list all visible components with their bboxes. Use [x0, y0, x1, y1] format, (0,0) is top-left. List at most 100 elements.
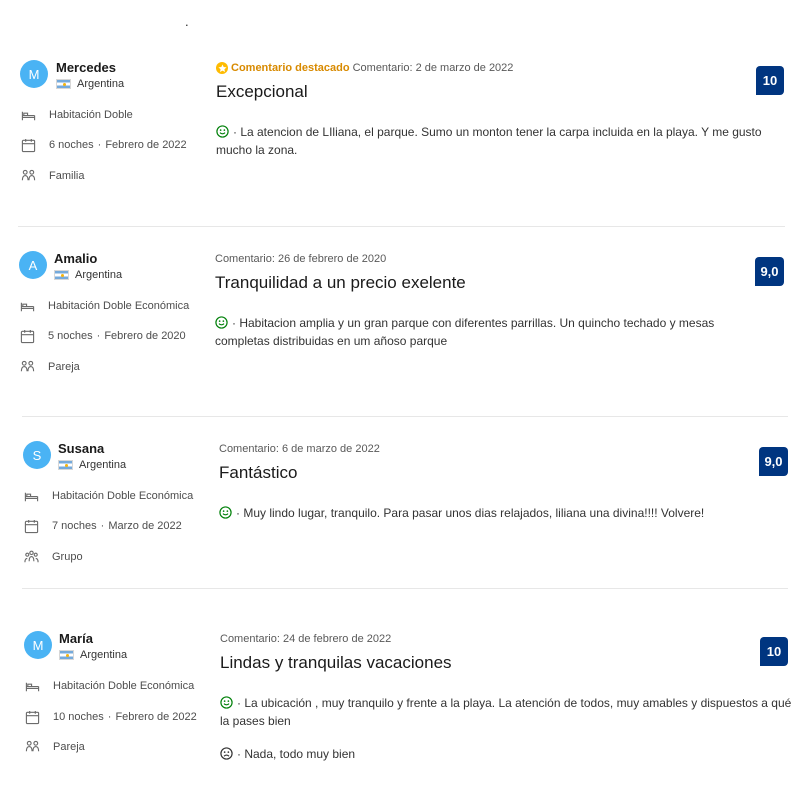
review-title: Excepcional — [216, 82, 308, 101]
positive-comment: · Muy lindo lugar, tranquilo. Para pasar… — [219, 504, 779, 522]
stay-info: 10 noches · Febrero de 2022 — [24, 709, 197, 725]
review-date: Comentario: 6 de marzo de 2022 — [219, 443, 380, 455]
review-title: Fantástico — [219, 463, 298, 482]
review-meta: Comentario: 24 de febrero de 2022 — [220, 633, 391, 645]
stay-info: 7 noches · Marzo de 2022 — [23, 518, 182, 534]
review-title: Tranquilidad a un precio exelente — [215, 273, 466, 292]
featured-label: Comentario destacado — [231, 62, 350, 74]
review-title: Lindas y tranquilas vacaciones — [220, 653, 452, 672]
calendar-icon — [23, 518, 39, 534]
review-meta: Comentario: 26 de febrero de 2020 — [215, 253, 386, 265]
nights-label: 5 noches — [48, 330, 93, 342]
star-icon — [216, 62, 228, 74]
review-date: Comentario: 2 de marzo de 2022 — [352, 62, 514, 74]
avatar: S — [23, 441, 51, 469]
negative-text: · Nada, todo muy bien — [237, 747, 356, 761]
reviewer-name: Amalio — [54, 251, 98, 266]
room-type: Habitación Doble Económica — [23, 488, 193, 504]
calendar-icon — [19, 328, 35, 344]
review-date: Comentario: 24 de febrero de 2022 — [220, 633, 392, 645]
flag-icon — [56, 79, 71, 89]
review-score: 10 — [760, 637, 788, 666]
review-card: M Mercedes Argentina Habitación Doble 6 … — [0, 60, 806, 250]
reviewer-country: Argentina — [58, 459, 126, 471]
bed-icon — [24, 678, 40, 694]
divider — [22, 588, 788, 589]
traveler-label: Pareja — [48, 361, 80, 373]
reviewer-country: Argentina — [59, 649, 127, 661]
nights-label: 10 noches — [53, 711, 104, 723]
room-type: Habitación Doble — [20, 107, 133, 123]
reviewer-country: Argentina — [56, 78, 124, 90]
reviewer-name: Susana — [58, 441, 105, 456]
people-icon — [20, 168, 36, 184]
avatar: A — [19, 251, 47, 279]
country-label: Argentina — [77, 78, 125, 90]
room-type: Habitación Doble Económica — [24, 678, 194, 694]
reviewer-name: María — [59, 631, 93, 646]
reviewer-country: Argentina — [54, 269, 122, 281]
frown-icon — [220, 747, 233, 760]
stay-month-label: Marzo de 2022 — [108, 520, 182, 532]
review-score: 9,0 — [755, 257, 784, 286]
bed-icon — [23, 488, 39, 504]
divider — [18, 226, 785, 227]
room-type: Habitación Doble Económica — [19, 298, 189, 314]
avatar: M — [20, 60, 48, 88]
positive-text: · La ubicación , muy tranquilo y frente … — [220, 696, 792, 728]
review-date: Comentario: 26 de febrero de 2020 — [215, 253, 387, 265]
traveler-type: Pareja — [24, 739, 85, 755]
negative-comment: · Nada, todo muy bien — [220, 745, 780, 763]
review-meta: Comentario: 6 de marzo de 2022 — [219, 443, 380, 455]
stay-info: 6 noches · Febrero de 2022 — [20, 137, 187, 153]
people-icon — [23, 549, 39, 565]
traveler-type: Familia — [20, 168, 84, 184]
stay-info: 5 noches · Febrero de 2020 — [19, 328, 186, 344]
review-card: S Susana Argentina Habitación Doble Econ… — [0, 441, 806, 631]
positive-comment: · Habitacion amplia y un gran parque con… — [215, 314, 755, 350]
positive-text: · Habitacion amplia y un gran parque con… — [215, 316, 715, 348]
stay-month-label: Febrero de 2022 — [105, 139, 187, 151]
stay-month-label: Febrero de 2022 — [115, 711, 197, 723]
traveler-label: Grupo — [52, 551, 83, 563]
positive-text: · La atencion de LIliana, el parque. Sum… — [216, 125, 762, 157]
traveler-label: Pareja — [53, 741, 85, 753]
flag-icon — [54, 270, 69, 280]
smile-icon — [220, 696, 233, 709]
people-icon — [24, 739, 40, 755]
traveler-type: Pareja — [19, 359, 80, 375]
smile-icon — [216, 125, 229, 138]
flag-icon — [59, 650, 74, 660]
divider — [22, 416, 788, 417]
nights-label: 6 noches — [49, 139, 94, 151]
review-card: M María Argentina Habitación Doble Econó… — [0, 631, 806, 791]
positive-comment: · La atencion de LIliana, el parque. Sum… — [216, 123, 788, 159]
bed-icon — [19, 298, 35, 314]
traveler-type: Grupo — [23, 549, 83, 565]
positive-comment: · La ubicación , muy tranquilo y frente … — [220, 694, 792, 730]
room-label: Habitación Doble Económica — [52, 490, 194, 502]
people-icon — [19, 359, 35, 375]
country-label: Argentina — [79, 459, 127, 471]
country-label: Argentina — [75, 269, 123, 281]
calendar-icon — [24, 709, 40, 725]
reviewer-name: Mercedes — [56, 60, 116, 75]
flag-icon — [58, 460, 73, 470]
stray-dot: . — [185, 14, 189, 29]
bed-icon — [20, 107, 36, 123]
room-label: Habitación Doble Económica — [48, 300, 190, 312]
room-label: Habitación Doble Económica — [53, 680, 195, 692]
review-score: 9,0 — [759, 447, 788, 476]
stay-month-label: Febrero de 2020 — [104, 330, 186, 342]
calendar-icon — [20, 137, 36, 153]
nights-label: 7 noches — [52, 520, 97, 532]
avatar: M — [24, 631, 52, 659]
smile-icon — [219, 506, 232, 519]
country-label: Argentina — [80, 649, 128, 661]
featured-badge: Comentario destacado — [216, 62, 350, 74]
traveler-label: Familia — [49, 170, 85, 182]
room-label: Habitación Doble — [49, 109, 133, 121]
review-meta: Comentario destacado Comentario: 2 de ma… — [216, 62, 513, 74]
review-score: 10 — [756, 66, 784, 95]
positive-text: · Muy lindo lugar, tranquilo. Para pasar… — [236, 506, 705, 520]
